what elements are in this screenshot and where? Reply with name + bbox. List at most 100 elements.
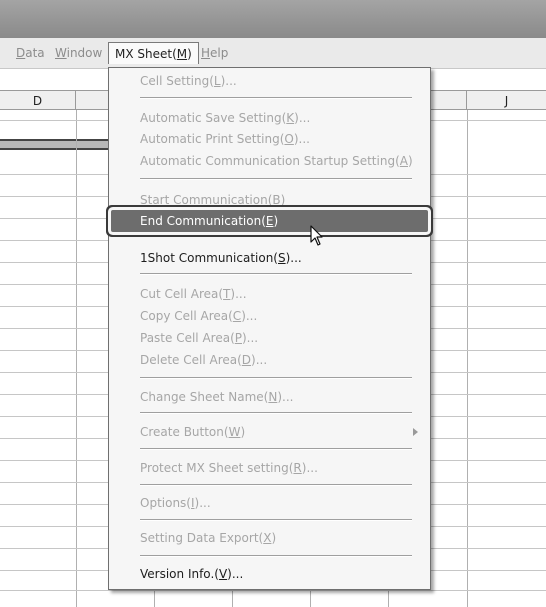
auto-save-accel: K [286,111,295,125]
menu-item-version-info[interactable]: Version Info.(V)... [111,563,428,585]
menu-item-cut-cell-area[interactable]: Cut Cell Area(T)... [111,283,428,305]
copy-accel: C [232,309,242,323]
row-line [0,548,110,549]
row-line [431,120,546,121]
column-header-j[interactable]: J [467,90,546,110]
version-post: )... [227,567,244,581]
row-line [431,196,546,197]
menu-separator [140,484,412,486]
row-line [431,460,546,461]
menu-mx-sheet-accel: M [176,47,188,61]
auto-comm-post: ) [407,154,413,168]
menu-item-copy-cell-area[interactable]: Copy Cell Area(C)... [111,305,428,327]
auto-save-pre: Automatic Save Setting( [140,111,287,125]
column-divider [154,590,155,607]
menu-item-options[interactable]: Options(I)... [111,492,428,514]
menu-item-start-communication[interactable]: Start Communication(B) [111,189,428,211]
row-line [0,590,546,591]
menu-item-create-button[interactable]: Create Button(W) [111,421,428,443]
delete-accel: D [241,353,252,367]
row-line [431,350,546,351]
options-pre: Options( [140,496,191,510]
copy-post: )... [241,309,258,323]
menu-help-accel: H [201,46,211,60]
delete-pre: Delete Cell Area( [140,353,242,367]
menu-item-automatic-print-setting[interactable]: Automatic Print Setting(O)... [111,128,428,150]
oneshot-accel: S [277,251,286,265]
row-line [0,284,110,285]
row-line [431,438,546,439]
cell-setting-accel: L [213,74,221,88]
cell-setting-post: )... [220,74,237,88]
row-line [0,526,110,527]
menu-item-cell-setting[interactable]: Cell Setting(L)... [111,70,428,92]
menu-item-paste-cell-area[interactable]: Paste Cell Area(P)... [111,327,428,349]
protect-accel: R [293,461,302,475]
export-post: ) [271,531,277,545]
paste-post: )... [242,331,259,345]
row-line [431,504,546,505]
start-comm-accel: B [272,193,281,207]
row-line [431,482,546,483]
column-divider [232,590,233,607]
column-divider [467,110,468,607]
row-line [0,570,110,571]
row-line [431,416,546,417]
oneshot-post: )... [285,251,302,265]
row-line [431,372,546,373]
mx-sheet-dropdown-menu: Cell Setting(L)... Automatic Save Settin… [108,67,431,590]
mouse-pointer-icon [310,225,323,246]
menu-help[interactable]: Help [201,45,228,61]
menu-separator [140,377,412,379]
menu-data-post: ata [25,46,45,60]
menu-item-automatic-save-setting[interactable]: Automatic Save Setting(K)... [111,107,428,129]
menu-item-delete-cell-area[interactable]: Delete Cell Area(D)... [111,349,428,371]
menu-window-accel: W [55,46,67,60]
delete-post: )... [251,353,268,367]
version-pre: Version Info.( [140,567,219,581]
menu-item-change-sheet-name[interactable]: Change Sheet Name(N)... [111,386,428,408]
options-post: )... [194,496,211,510]
menu-separator [140,273,412,275]
row-line [431,394,546,395]
create-button-accel: W [228,425,241,439]
menu-item-end-communication[interactable]: End Communication(E) [111,210,428,232]
column-divider [388,590,389,607]
column-divider [76,110,77,607]
auto-print-pre: Automatic Print Setting( [140,132,285,146]
row-line [0,438,110,439]
row-line [431,240,546,241]
auto-comm-accel: A [399,154,408,168]
oneshot-pre: 1Shot Communication( [140,251,278,265]
protect-post: )... [301,461,318,475]
row-line [431,548,546,549]
menu-window[interactable]: Window [55,45,102,61]
row-line [0,460,110,461]
auto-comm-pre: Automatic Communication Startup Setting( [140,154,400,168]
column-header-i[interactable] [431,90,467,110]
menu-item-setting-data-export[interactable]: Setting Data Export(X) [111,527,428,549]
row-line [0,372,110,373]
row-line [431,526,546,527]
menu-item-automatic-communication-startup-setting[interactable]: Automatic Communication Startup Setting(… [111,150,428,172]
row-line [431,218,546,219]
submenu-arrow-icon [413,428,418,436]
column-header-e[interactable] [76,90,108,110]
version-accel: V [218,567,228,581]
row-line [0,240,110,241]
menu-mx-sheet[interactable]: MX Sheet(M) [108,42,199,64]
end-comm-post: ) [273,214,279,228]
menu-item-protect-mx-sheet-setting[interactable]: Protect MX Sheet setting(R)... [111,457,428,479]
export-pre: Setting Data Export( [140,531,264,545]
menu-data[interactable]: Data [16,45,45,61]
menu-separator [140,555,412,557]
row-line [0,394,110,395]
auto-print-accel: O [284,132,294,146]
menu-separator [140,412,412,414]
menu-separator [140,519,412,521]
menu-item-1shot-communication[interactable]: 1Shot Communication(S)... [111,247,428,269]
row-line [431,328,546,329]
column-header-d[interactable]: D [0,90,76,110]
row-line [0,174,110,175]
row-line [0,196,110,197]
